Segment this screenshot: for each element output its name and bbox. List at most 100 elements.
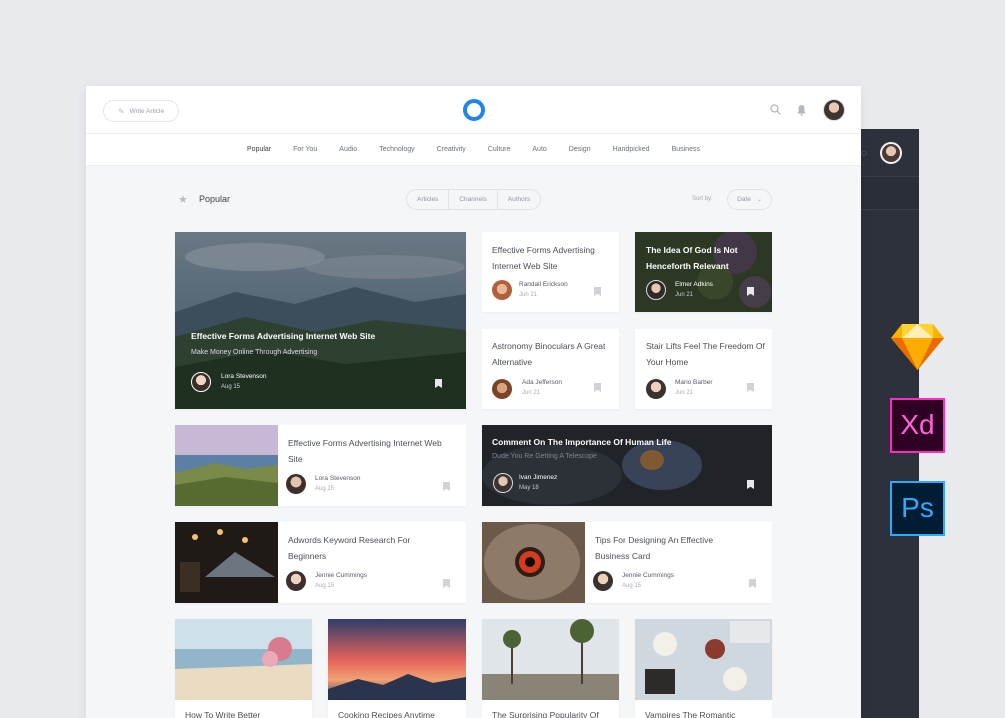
bookmark-icon[interactable] bbox=[749, 579, 756, 588]
author-avatar bbox=[493, 473, 513, 493]
section-toolbar: ★ Popular Articles Channels Authors Sort… bbox=[86, 166, 861, 232]
category-popular[interactable]: Popular bbox=[236, 146, 282, 153]
article-card[interactable]: Adwords Keyword Research For Beginners J… bbox=[175, 522, 466, 603]
article-date: Aug 15 bbox=[315, 486, 335, 492]
article-card[interactable]: Cooking Recipes Anytime bbox=[328, 619, 466, 718]
tab-channels[interactable]: Channels bbox=[449, 190, 498, 209]
article-card[interactable]: Vampires The Romantic bbox=[635, 619, 772, 718]
author-name: Lora Stevenson bbox=[221, 373, 267, 380]
search-icon[interactable] bbox=[770, 104, 781, 115]
category-technology[interactable]: Technology bbox=[368, 146, 425, 153]
sort-label: Sort by: bbox=[692, 196, 713, 202]
article-title: Stair Lifts Feel The Freedom Of Your Hom… bbox=[646, 341, 765, 367]
category-business[interactable]: Business bbox=[661, 146, 711, 153]
author-name: Lora Stevenson bbox=[315, 475, 361, 482]
category-design[interactable]: Design bbox=[558, 146, 602, 153]
tab-articles[interactable]: Articles bbox=[407, 190, 450, 209]
article-date: Jun 21 bbox=[675, 390, 694, 396]
article-title: Cooking Recipes Anytime bbox=[338, 710, 435, 718]
logo[interactable] bbox=[463, 99, 485, 121]
article-title: Comment On The Importance Of Human Life bbox=[492, 437, 672, 447]
article-title: The Surprising Popularity Of bbox=[492, 710, 599, 718]
article-card[interactable]: The Surprising Popularity Of bbox=[482, 619, 619, 718]
bookmark-icon[interactable] bbox=[443, 482, 450, 491]
beach-wedding-image bbox=[175, 619, 312, 700]
article-title: How To Write Better bbox=[185, 710, 261, 718]
article-date: Jun 21 bbox=[522, 390, 541, 396]
featured-article-card[interactable]: Effective Forms Advertising Internet Web… bbox=[175, 232, 466, 409]
star-icon: ★ bbox=[178, 194, 188, 206]
author-name: Randall Erickson bbox=[519, 281, 568, 288]
article-subtitle: Make Money Online Through Advertising bbox=[191, 349, 318, 356]
article-title: Effective Forms Advertising Internet Web… bbox=[288, 438, 442, 464]
author-name: Ivan Jimenez bbox=[519, 474, 558, 481]
cafe-umbrella-image bbox=[175, 522, 278, 603]
author-avatar bbox=[593, 571, 613, 591]
article-subtitle: Dude You Re Getting A Telescope bbox=[492, 453, 597, 460]
breakfast-table-image bbox=[635, 619, 772, 700]
article-title: Effective Forms Advertising Internet Web… bbox=[492, 245, 595, 271]
author-avatar bbox=[646, 280, 666, 300]
category-nav: Popular For You Audio Technology Creativ… bbox=[86, 134, 861, 166]
category-audio[interactable]: Audio bbox=[328, 146, 368, 153]
article-date: Aug 15 bbox=[221, 384, 241, 390]
article-title: Effective Forms Advertising Internet Web… bbox=[191, 331, 376, 341]
category-culture[interactable]: Culture bbox=[477, 146, 522, 153]
author-avatar bbox=[492, 280, 512, 300]
mountain-landscape-image bbox=[175, 232, 466, 409]
article-card[interactable]: How To Write Better bbox=[175, 619, 312, 718]
bell-icon[interactable] bbox=[796, 104, 807, 116]
section-title: Popular bbox=[199, 194, 231, 204]
pencil-icon: ✎ bbox=[117, 106, 125, 116]
article-title: Tips For Designing An Effective Business… bbox=[595, 535, 714, 561]
author-avatar bbox=[286, 571, 306, 591]
author-name: Ada Jefferson bbox=[522, 379, 562, 386]
author-avatar bbox=[286, 474, 306, 494]
category-handpicked[interactable]: Handpicked bbox=[602, 146, 661, 153]
sketch-icon bbox=[891, 324, 944, 370]
main-window: ✎ Write Article Popular For You Audio Te… bbox=[86, 86, 861, 718]
article-title: The Idea Of God Is Not Henceforth Releva… bbox=[646, 245, 738, 271]
photoshop-icon: Ps bbox=[890, 481, 945, 536]
article-date: Aug 15 bbox=[622, 583, 642, 589]
category-for-you[interactable]: For You bbox=[282, 146, 328, 153]
write-article-button[interactable]: ✎ Write Article bbox=[103, 100, 179, 122]
avatar bbox=[880, 142, 902, 164]
article-title: Vampires The Romantic bbox=[645, 710, 736, 718]
author-name: Mario Barber bbox=[675, 379, 713, 386]
article-date: May 18 bbox=[519, 485, 539, 491]
bookmark-icon[interactable] bbox=[747, 383, 754, 392]
bookmark-icon[interactable] bbox=[594, 287, 601, 296]
author-name: Jennie Cummings bbox=[315, 572, 368, 579]
search-icon: ◌ bbox=[861, 148, 867, 159]
tab-authors[interactable]: Authors bbox=[498, 190, 540, 209]
article-card[interactable]: Tips For Designing An Effective Business… bbox=[482, 522, 772, 603]
bookmark-icon[interactable] bbox=[594, 383, 601, 392]
bookmark-icon[interactable] bbox=[443, 579, 450, 588]
content-type-tabs: Articles Channels Authors bbox=[406, 189, 542, 210]
article-card[interactable]: The Idea Of God Is Not Henceforth Releva… bbox=[635, 232, 772, 312]
sort-dropdown[interactable]: Date ⌄ bbox=[727, 189, 772, 210]
category-creativity[interactable]: Creativity bbox=[426, 146, 477, 153]
article-card[interactable]: Comment On The Importance Of Human Life … bbox=[482, 425, 772, 506]
article-date: Aug 15 bbox=[315, 583, 335, 589]
author-avatar bbox=[646, 379, 666, 399]
owl-image bbox=[482, 522, 585, 603]
user-avatar[interactable] bbox=[823, 99, 845, 121]
author-avatar bbox=[191, 372, 211, 392]
chevron-down-icon: ⌄ bbox=[756, 197, 762, 203]
coastline-image bbox=[175, 425, 278, 506]
author-avatar bbox=[492, 379, 512, 399]
article-card[interactable]: Effective Forms Advertising Internet Web… bbox=[482, 232, 619, 312]
category-auto[interactable]: Auto bbox=[521, 146, 557, 153]
sort-value: Date bbox=[737, 196, 751, 203]
article-card[interactable]: Effective Forms Advertising Internet Web… bbox=[175, 425, 466, 506]
sunset-mountains-image bbox=[328, 619, 466, 700]
palm-street-image bbox=[482, 619, 619, 700]
article-title: Adwords Keyword Research For Beginners bbox=[288, 535, 411, 561]
article-title: Astronomy Binoculars A Great Alternative bbox=[492, 341, 606, 367]
article-card[interactable]: Stair Lifts Feel The Freedom Of Your Hom… bbox=[635, 329, 772, 409]
author-name: Elmer Adkins bbox=[675, 281, 713, 288]
article-card[interactable]: Astronomy Binoculars A Great Alternative… bbox=[482, 329, 619, 409]
top-bar: ✎ Write Article bbox=[86, 86, 861, 134]
